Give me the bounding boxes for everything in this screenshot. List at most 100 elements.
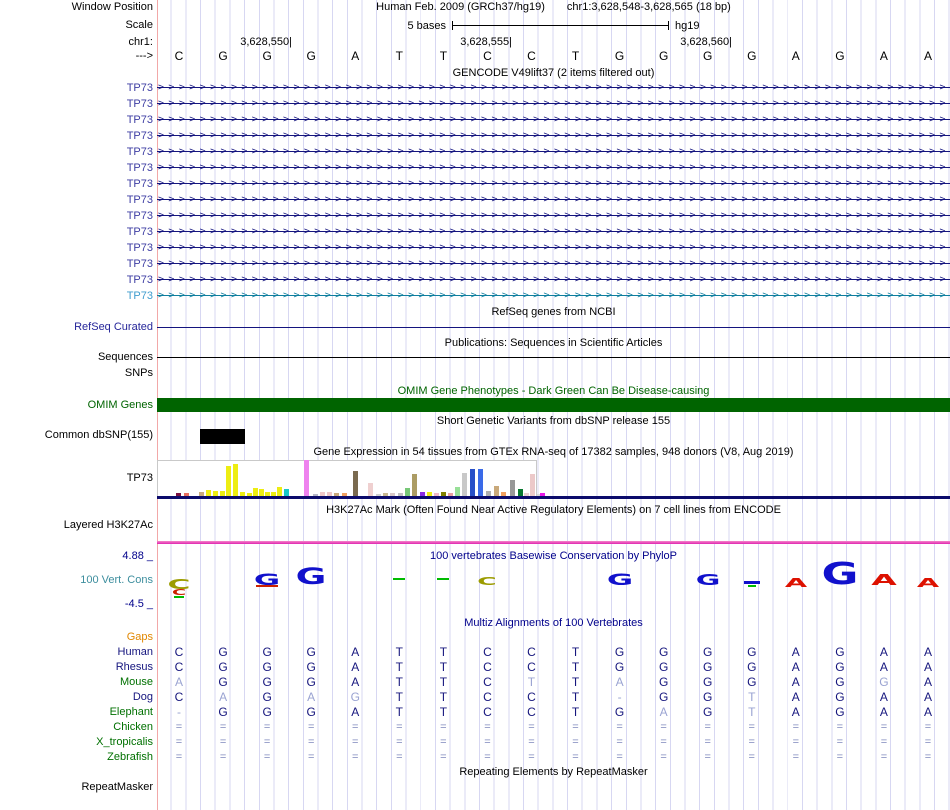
repeatmasker-track-title[interactable]: Repeating Elements by RepeatMasker xyxy=(157,766,950,779)
h3k27ac-label[interactable]: Layered H3K27Ac xyxy=(0,519,153,532)
alignment-base: A xyxy=(879,690,888,704)
gencode-transcript[interactable]: >>>>>>>>>>>>>>>>>>>>>>>>>>>>>>>>>>>>>>>>… xyxy=(157,80,950,96)
alignment-gap: = xyxy=(616,751,623,763)
ruler-tick: 3,628,555| xyxy=(460,36,512,48)
gencode-gene-label[interactable]: TP73 xyxy=(0,210,153,223)
gtex-tissue-bar xyxy=(455,487,460,496)
vert-cons-label[interactable]: 100 Vert. Cons xyxy=(0,574,153,587)
gencode-track-title[interactable]: GENCODE V49lift37 (2 items filtered out) xyxy=(157,67,950,80)
repeatmasker-label[interactable]: RepeatMasker xyxy=(0,781,153,794)
gencode-gene-label[interactable]: TP73 xyxy=(0,274,153,287)
snps-label[interactable]: SNPs xyxy=(0,367,153,380)
gencode-transcript[interactable]: >>>>>>>>>>>>>>>>>>>>>>>>>>>>>>>>>>>>>>>>… xyxy=(157,176,950,192)
base-letter: A xyxy=(923,49,932,63)
alignment-base: A xyxy=(791,675,800,689)
base-letter: A xyxy=(351,49,360,63)
refseq-track-title[interactable]: RefSeq genes from NCBI xyxy=(157,306,950,319)
species-label[interactable]: Zebrafish xyxy=(0,751,153,764)
gaps-label[interactable]: Gaps xyxy=(0,631,153,644)
alignment-base: C xyxy=(174,690,184,704)
species-label[interactable]: Elephant xyxy=(0,706,153,719)
gencode-gene-label[interactable]: TP73 xyxy=(0,130,153,143)
gencode-transcript[interactable]: >>>>>>>>>>>>>>>>>>>>>>>>>>>>>>>>>>>>>>>>… xyxy=(157,128,950,144)
gtex-baseline xyxy=(157,496,950,499)
species-label[interactable]: Human xyxy=(0,646,153,659)
gencode-gene-label[interactable]: TP73 xyxy=(0,178,153,191)
gencode-transcript[interactable]: >>>>>>>>>>>>>>>>>>>>>>>>>>>>>>>>>>>>>>>>… xyxy=(157,160,950,176)
gencode-gene-label[interactable]: TP73 xyxy=(0,114,153,127)
dbsnp-track-title[interactable]: Short Genetic Variants from dbSNP releas… xyxy=(157,415,950,428)
gtex-expression-chart[interactable] xyxy=(157,460,545,496)
gencode-gene-label[interactable]: TP73 xyxy=(0,242,153,255)
phylop-min-label: -4.5 _ xyxy=(124,598,153,610)
assembly-name: Human Feb. 2009 (GRCh37/hg19) xyxy=(376,1,545,13)
alignment-base: G xyxy=(835,660,845,674)
alignment-gap: = xyxy=(263,736,271,748)
h3k27ac-track-title[interactable]: H3K27Ac Mark (Often Found Near Active Re… xyxy=(157,504,950,517)
sequences-label[interactable]: Sequences xyxy=(0,351,153,364)
dbsnp-label[interactable]: Common dbSNP(155) xyxy=(0,429,153,442)
gencode-transcript[interactable]: >>>>>>>>>>>>>>>>>>>>>>>>>>>>>>>>>>>>>>>>… xyxy=(157,112,950,128)
gencode-gene-label[interactable]: TP73 xyxy=(0,194,153,207)
publications-track-title[interactable]: Publications: Sequences in Scientific Ar… xyxy=(157,337,950,350)
alignment-gap: = xyxy=(704,751,711,763)
sequences-item[interactable] xyxy=(157,357,950,358)
species-label[interactable]: X_tropicalis xyxy=(0,736,153,749)
strand-arrowheads: >>>>>>>>>>>>>>>>>>>>>>>>>>>>>>>>>>>>>>>>… xyxy=(158,242,950,253)
gencode-gene-label[interactable]: TP73 xyxy=(0,258,153,271)
multiz-track-title[interactable]: Multiz Alignments of 100 Vertebrates xyxy=(157,617,950,630)
alignment-gap: = xyxy=(484,721,491,733)
gencode-gene-label[interactable]: TP73 xyxy=(0,162,153,175)
alignment-base: T xyxy=(748,690,756,704)
alignment-gap: = xyxy=(660,736,667,748)
alignment-base: C xyxy=(483,675,492,689)
gencode-transcript[interactable]: >>>>>>>>>>>>>>>>>>>>>>>>>>>>>>>>>>>>>>>>… xyxy=(157,208,950,224)
strand-arrowheads: >>>>>>>>>>>>>>>>>>>>>>>>>>>>>>>>>>>>>>>>… xyxy=(158,146,950,157)
omim-track-title[interactable]: OMIM Gene Phenotypes - Dark Green Can Be… xyxy=(157,385,950,398)
alignment-base: G xyxy=(703,675,713,689)
species-label[interactable]: Dog xyxy=(0,691,153,704)
alignment-gap: = xyxy=(880,736,888,748)
species-label[interactable]: Rhesus xyxy=(0,661,153,674)
phylop-logo-dash xyxy=(256,585,279,587)
gencode-transcript[interactable]: >>>>>>>>>>>>>>>>>>>>>>>>>>>>>>>>>>>>>>>>… xyxy=(157,288,950,304)
base-letter: G xyxy=(658,49,669,63)
omim-genes-label[interactable]: OMIM Genes xyxy=(0,399,153,412)
strand-label[interactable]: ---> xyxy=(0,50,153,63)
refseq-curated-item[interactable] xyxy=(157,327,950,328)
alignment-gap: = xyxy=(880,721,888,733)
dbsnp-variant-item[interactable] xyxy=(200,429,245,444)
gencode-transcript[interactable]: >>>>>>>>>>>>>>>>>>>>>>>>>>>>>>>>>>>>>>>>… xyxy=(157,192,950,208)
gencode-gene-label[interactable]: TP73 xyxy=(0,226,153,239)
alignment-base: G xyxy=(614,705,625,719)
gencode-gene-label[interactable]: TP73 xyxy=(0,82,153,95)
alignment-base: G xyxy=(262,690,272,704)
refseq-curated-label[interactable]: RefSeq Curated xyxy=(0,321,153,334)
phylop-logo-letter: A xyxy=(871,571,897,589)
gencode-transcript[interactable]: >>>>>>>>>>>>>>>>>>>>>>>>>>>>>>>>>>>>>>>>… xyxy=(157,224,950,240)
alignment-gap: = xyxy=(836,721,844,733)
gtex-gene-label[interactable]: TP73 xyxy=(0,472,153,485)
gencode-transcript[interactable]: >>>>>>>>>>>>>>>>>>>>>>>>>>>>>>>>>>>>>>>>… xyxy=(157,256,950,272)
alignment-gap: = xyxy=(616,736,623,748)
alignment-base: G xyxy=(835,645,845,659)
gencode-transcript[interactable]: >>>>>>>>>>>>>>>>>>>>>>>>>>>>>>>>>>>>>>>>… xyxy=(157,272,950,288)
gencode-gene-label[interactable]: TP73 xyxy=(0,146,153,159)
species-label[interactable]: Chicken xyxy=(0,721,153,734)
phylop-logo-dash xyxy=(437,578,450,580)
alignment-base: C xyxy=(483,690,492,704)
omim-gene-item[interactable] xyxy=(157,398,950,412)
alignment-base: A xyxy=(791,690,800,704)
gencode-gene-label[interactable]: TP73 xyxy=(0,98,153,111)
alignment-gap: = xyxy=(175,721,183,733)
species-label[interactable]: Mouse xyxy=(0,676,153,689)
phylop-logo-letter: G xyxy=(695,571,720,589)
gencode-transcript[interactable]: >>>>>>>>>>>>>>>>>>>>>>>>>>>>>>>>>>>>>>>>… xyxy=(157,96,950,112)
gtex-track-title[interactable]: Gene Expression in 54 tissues from GTEx … xyxy=(157,446,950,459)
gtex-tissue-bar xyxy=(368,483,373,496)
h3k27ac-signal[interactable] xyxy=(157,541,950,544)
gencode-transcript[interactable]: >>>>>>>>>>>>>>>>>>>>>>>>>>>>>>>>>>>>>>>>… xyxy=(157,144,950,160)
gencode-transcript[interactable]: >>>>>>>>>>>>>>>>>>>>>>>>>>>>>>>>>>>>>>>>… xyxy=(157,240,950,256)
gtex-tissue-bar xyxy=(259,489,264,496)
gencode-gene-label[interactable]: TP73 xyxy=(0,290,153,303)
